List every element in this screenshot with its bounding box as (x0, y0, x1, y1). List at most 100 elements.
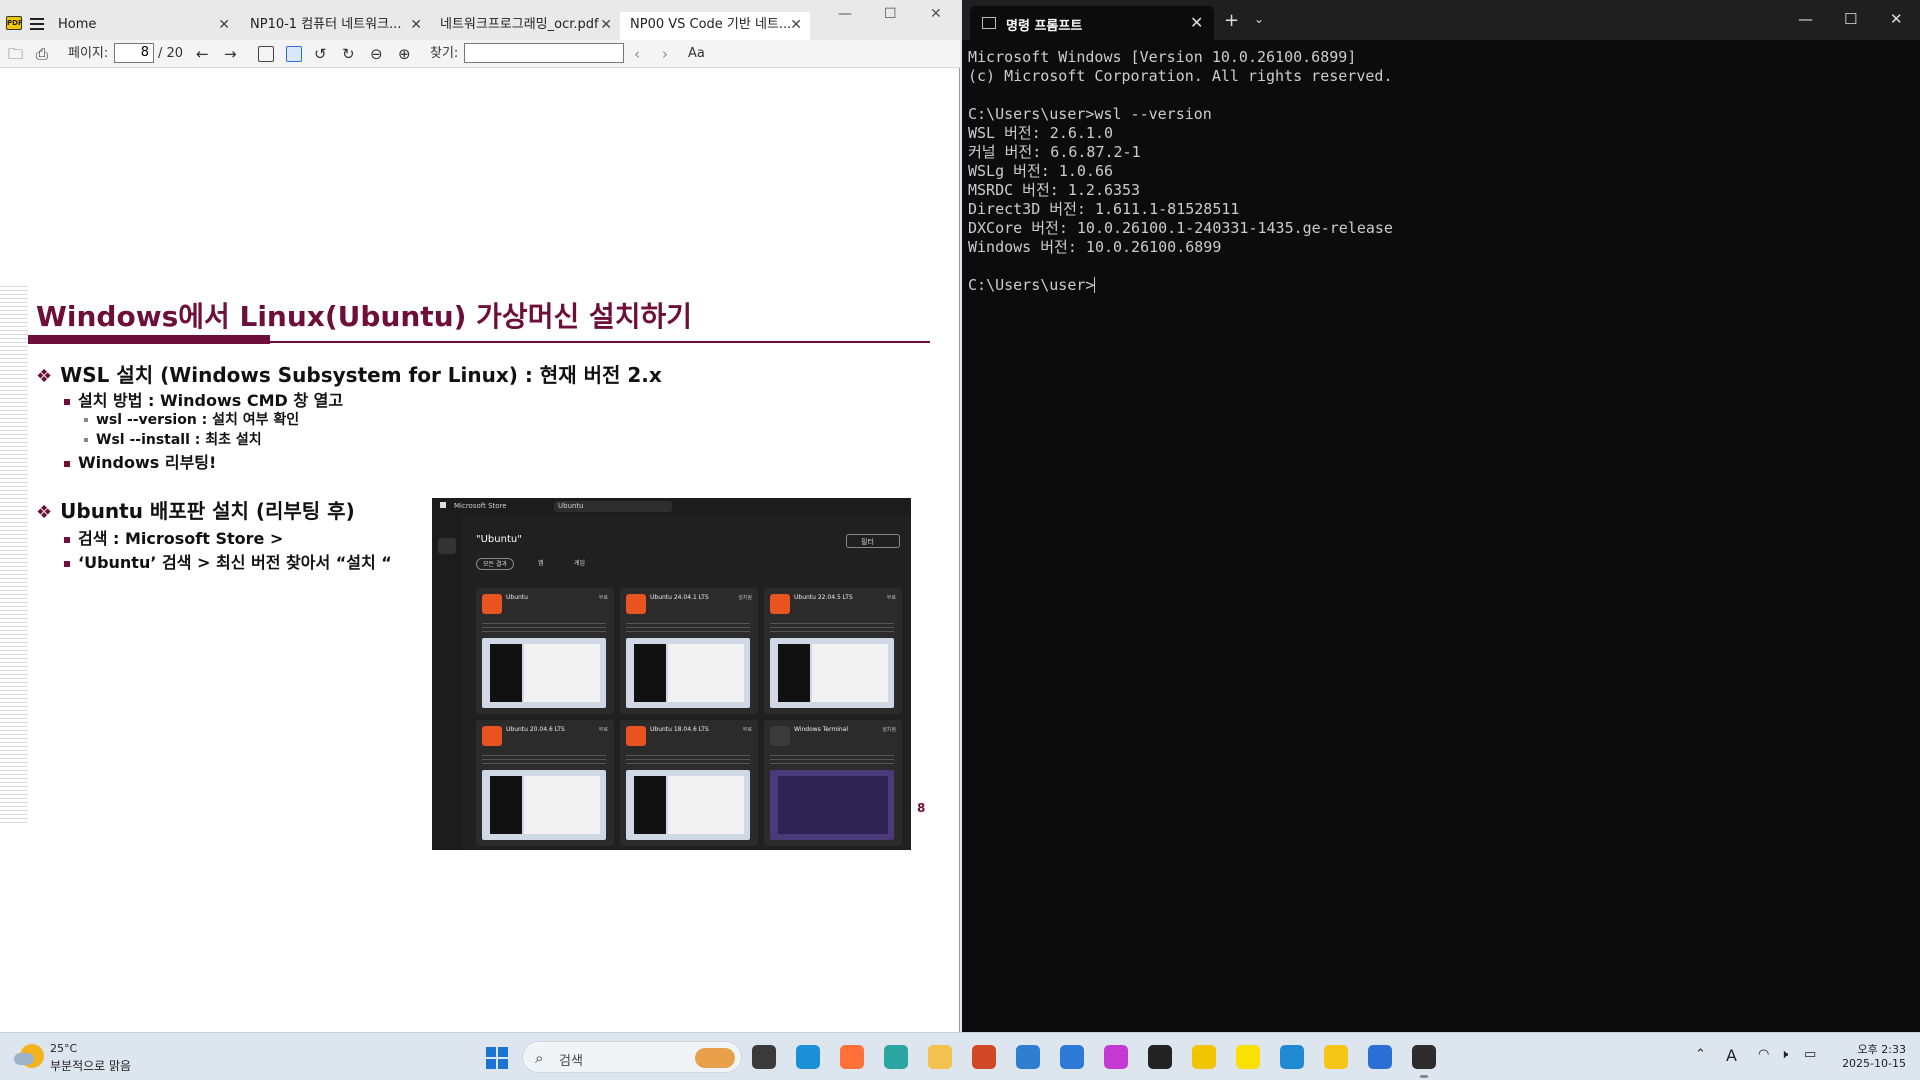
kakaotalk-icon[interactable] (1236, 1045, 1260, 1069)
pdf-document-area[interactable]: Windows에서 Linux(Ubuntu) 가상머신 설치하기 ❖ WSL 설… (0, 68, 958, 1032)
title-underline-thin (270, 341, 930, 343)
taskbar: 25°C 부분적으로 맑음 ⌕ 검색 ⌃ A ◠ 🕨 ▭ 오후 2:33 202… (0, 1032, 1920, 1080)
match-case-icon[interactable]: Aa (688, 44, 705, 64)
store-card: Ubuntu 24.04.1 LTS 설치됨 (620, 588, 758, 714)
store-home-icon (438, 538, 456, 554)
folder-icon[interactable] (928, 1045, 952, 1069)
vscode-icon[interactable] (1280, 1045, 1304, 1069)
find-next-icon[interactable]: › (662, 44, 668, 64)
terminal-line: MSRDC 버전: 1.2.6353 (968, 181, 1141, 199)
diamond-bullet-icon: ❖ (36, 502, 53, 523)
wifi-icon[interactable]: ◠ (1758, 1047, 1769, 1062)
slide-title: Windows에서 Linux(Ubuntu) 가상머신 설치하기 (36, 300, 692, 333)
store-card: Windows Terminal 설치됨 (764, 720, 902, 846)
tab-home[interactable]: Home ✕ (48, 12, 238, 40)
app-icon[interactable] (1016, 1045, 1040, 1069)
tab-network-programming[interactable]: 네트워크프로그래밍_ocr.pdf ✕ (430, 12, 620, 40)
terminal-icon[interactable] (1412, 1045, 1436, 1078)
ubuntu-icon (626, 726, 646, 746)
bullet-install-method: 설치 방법 : Windows CMD 창 열고 (64, 387, 343, 411)
chevron-down-icon[interactable]: ⌄ (1254, 12, 1264, 26)
search-placeholder: 검색 (559, 1054, 583, 1069)
close-icon[interactable]: ✕ (930, 6, 942, 22)
menu-icon[interactable] (30, 18, 44, 30)
start-button[interactable] (486, 1047, 508, 1069)
pdf-viewer-icon[interactable] (1192, 1045, 1216, 1069)
print-icon[interactable]: ⎙ (36, 44, 48, 64)
pdf-app-logo-icon: PDF (6, 16, 23, 30)
desktop: PDF Home ✕ NP10-1 컴퓨터 네트워크... ✕ 네트워크프로그래… (0, 0, 1920, 1032)
tab-np00[interactable]: NP00 VS Code 기반 네트... ✕ (620, 12, 810, 40)
tab-np10-1[interactable]: NP10-1 컴퓨터 네트워크... ✕ (240, 12, 430, 40)
store-heading: "Ubuntu" (476, 534, 522, 545)
new-tab-icon[interactable]: + (1224, 10, 1239, 31)
tab-close-icon[interactable]: ✕ (218, 12, 230, 38)
bullet-ubuntu: ❖ Ubuntu 배포판 설치 (리부팅 후) (36, 499, 355, 523)
ubuntu-icon (482, 726, 502, 746)
zoom-out-icon[interactable]: ⊖ (370, 44, 383, 64)
file-explorer-icon[interactable] (752, 1045, 776, 1069)
minimize-icon[interactable]: — (1798, 10, 1813, 28)
ubuntu-icon (770, 594, 790, 614)
weather-cloud-icon (14, 1053, 34, 1065)
arrow-app-icon[interactable] (1368, 1045, 1392, 1069)
firefox-icon[interactable] (840, 1045, 864, 1069)
media-player-icon[interactable] (1324, 1045, 1348, 1069)
weather-temp: 25°C (50, 1042, 78, 1055)
bullet-reboot: Windows 리부팅! (64, 449, 216, 473)
continuous-view-icon[interactable] (258, 46, 274, 62)
ubuntu-icon (626, 594, 646, 614)
volume-mute-icon[interactable]: 🕨 (1780, 1047, 1788, 1062)
single-page-view-icon[interactable] (286, 46, 302, 62)
terminal-line: C:\Users\user>wsl --version (968, 105, 1212, 123)
terminal-tab-bar: 명령 프롬프트 ✕ + ⌄ — ☐ ✕ (962, 0, 1920, 40)
tab-label: 네트워크프로그래밍_ocr.pdf (440, 17, 599, 32)
close-icon[interactable]: ✕ (1890, 10, 1903, 28)
clock-date: 2025-10-15 (1842, 1057, 1906, 1070)
prev-page-icon[interactable]: ← (196, 44, 209, 64)
battery-icon[interactable]: ▭ (1804, 1047, 1816, 1062)
input-language[interactable]: A (1726, 1046, 1737, 1065)
bullet-wsl-version: wsl --version : 설치 여부 확인 (84, 409, 299, 429)
chevron-up-icon[interactable]: ⌃ (1695, 1047, 1706, 1062)
tab-label: NP00 VS Code 기반 네트... (630, 17, 792, 32)
taskbar-search[interactable]: ⌕ 검색 (522, 1041, 742, 1073)
notepad-icon[interactable] (1060, 1045, 1084, 1069)
maximize-icon[interactable]: ☐ (1844, 10, 1857, 28)
pdf-toolbar: 🗀 ⎙ 페이지: 8 / 20 ← → ↺ ↻ ⊖ ⊕ 찾기: ‹ › Aa (0, 40, 960, 68)
clock[interactable]: 오후 2:33 2025-10-15 (1836, 1041, 1906, 1070)
slide-decoration (0, 283, 28, 823)
open-folder-icon[interactable]: 🗀 (8, 44, 23, 64)
tab-close-icon[interactable]: ✕ (410, 12, 422, 38)
tab-close-icon[interactable]: ✕ (1190, 13, 1203, 32)
next-page-icon[interactable]: → (224, 44, 237, 64)
terminal-output[interactable]: Microsoft Windows [Version 10.0.26100.68… (968, 48, 1908, 295)
tab-close-icon[interactable]: ✕ (790, 12, 802, 38)
bullet-wsl-install: Wsl --install : 최초 설치 (84, 429, 262, 449)
terminal-window: 명령 프롬프트 ✕ + ⌄ — ☐ ✕ Microsoft Windows [V… (962, 0, 1920, 1032)
maximize-icon[interactable]: ☐ (884, 6, 897, 22)
minimize-icon[interactable]: — (838, 6, 852, 22)
terminal-tab[interactable]: 명령 프롬프트 ✕ (970, 6, 1214, 40)
store-card: Ubuntu 18.04.6 LTS 무료 (620, 720, 758, 846)
snipping-tool-icon[interactable] (1104, 1045, 1128, 1069)
rotate-right-icon[interactable]: ↻ (342, 44, 355, 64)
terminal-line: DXCore 버전: 10.0.26100.1-240331-1435.ge-r… (968, 219, 1393, 237)
powerpoint-icon[interactable] (972, 1045, 996, 1069)
copilot-icon[interactable] (884, 1045, 908, 1069)
bullet-wsl: ❖ WSL 설치 (Windows Subsystem for Linux) : … (36, 363, 662, 387)
store-sidebar (432, 514, 462, 850)
tab-close-icon[interactable]: ✕ (600, 12, 612, 38)
zoom-in-icon[interactable]: ⊕ (398, 44, 411, 64)
page-number-input[interactable]: 8 (114, 43, 154, 63)
edge-icon[interactable] (796, 1045, 820, 1069)
terminal-prompt-line: C:\Users\user> (968, 276, 1096, 294)
find-input[interactable] (464, 43, 624, 63)
rotate-left-icon[interactable]: ↺ (314, 44, 327, 64)
store-card: Ubuntu 22.04.5 LTS 무료 (764, 588, 902, 714)
find-prev-icon[interactable]: ‹ (634, 44, 640, 64)
notion-icon[interactable] (1148, 1045, 1172, 1069)
store-card: Ubuntu 무료 (476, 588, 614, 714)
